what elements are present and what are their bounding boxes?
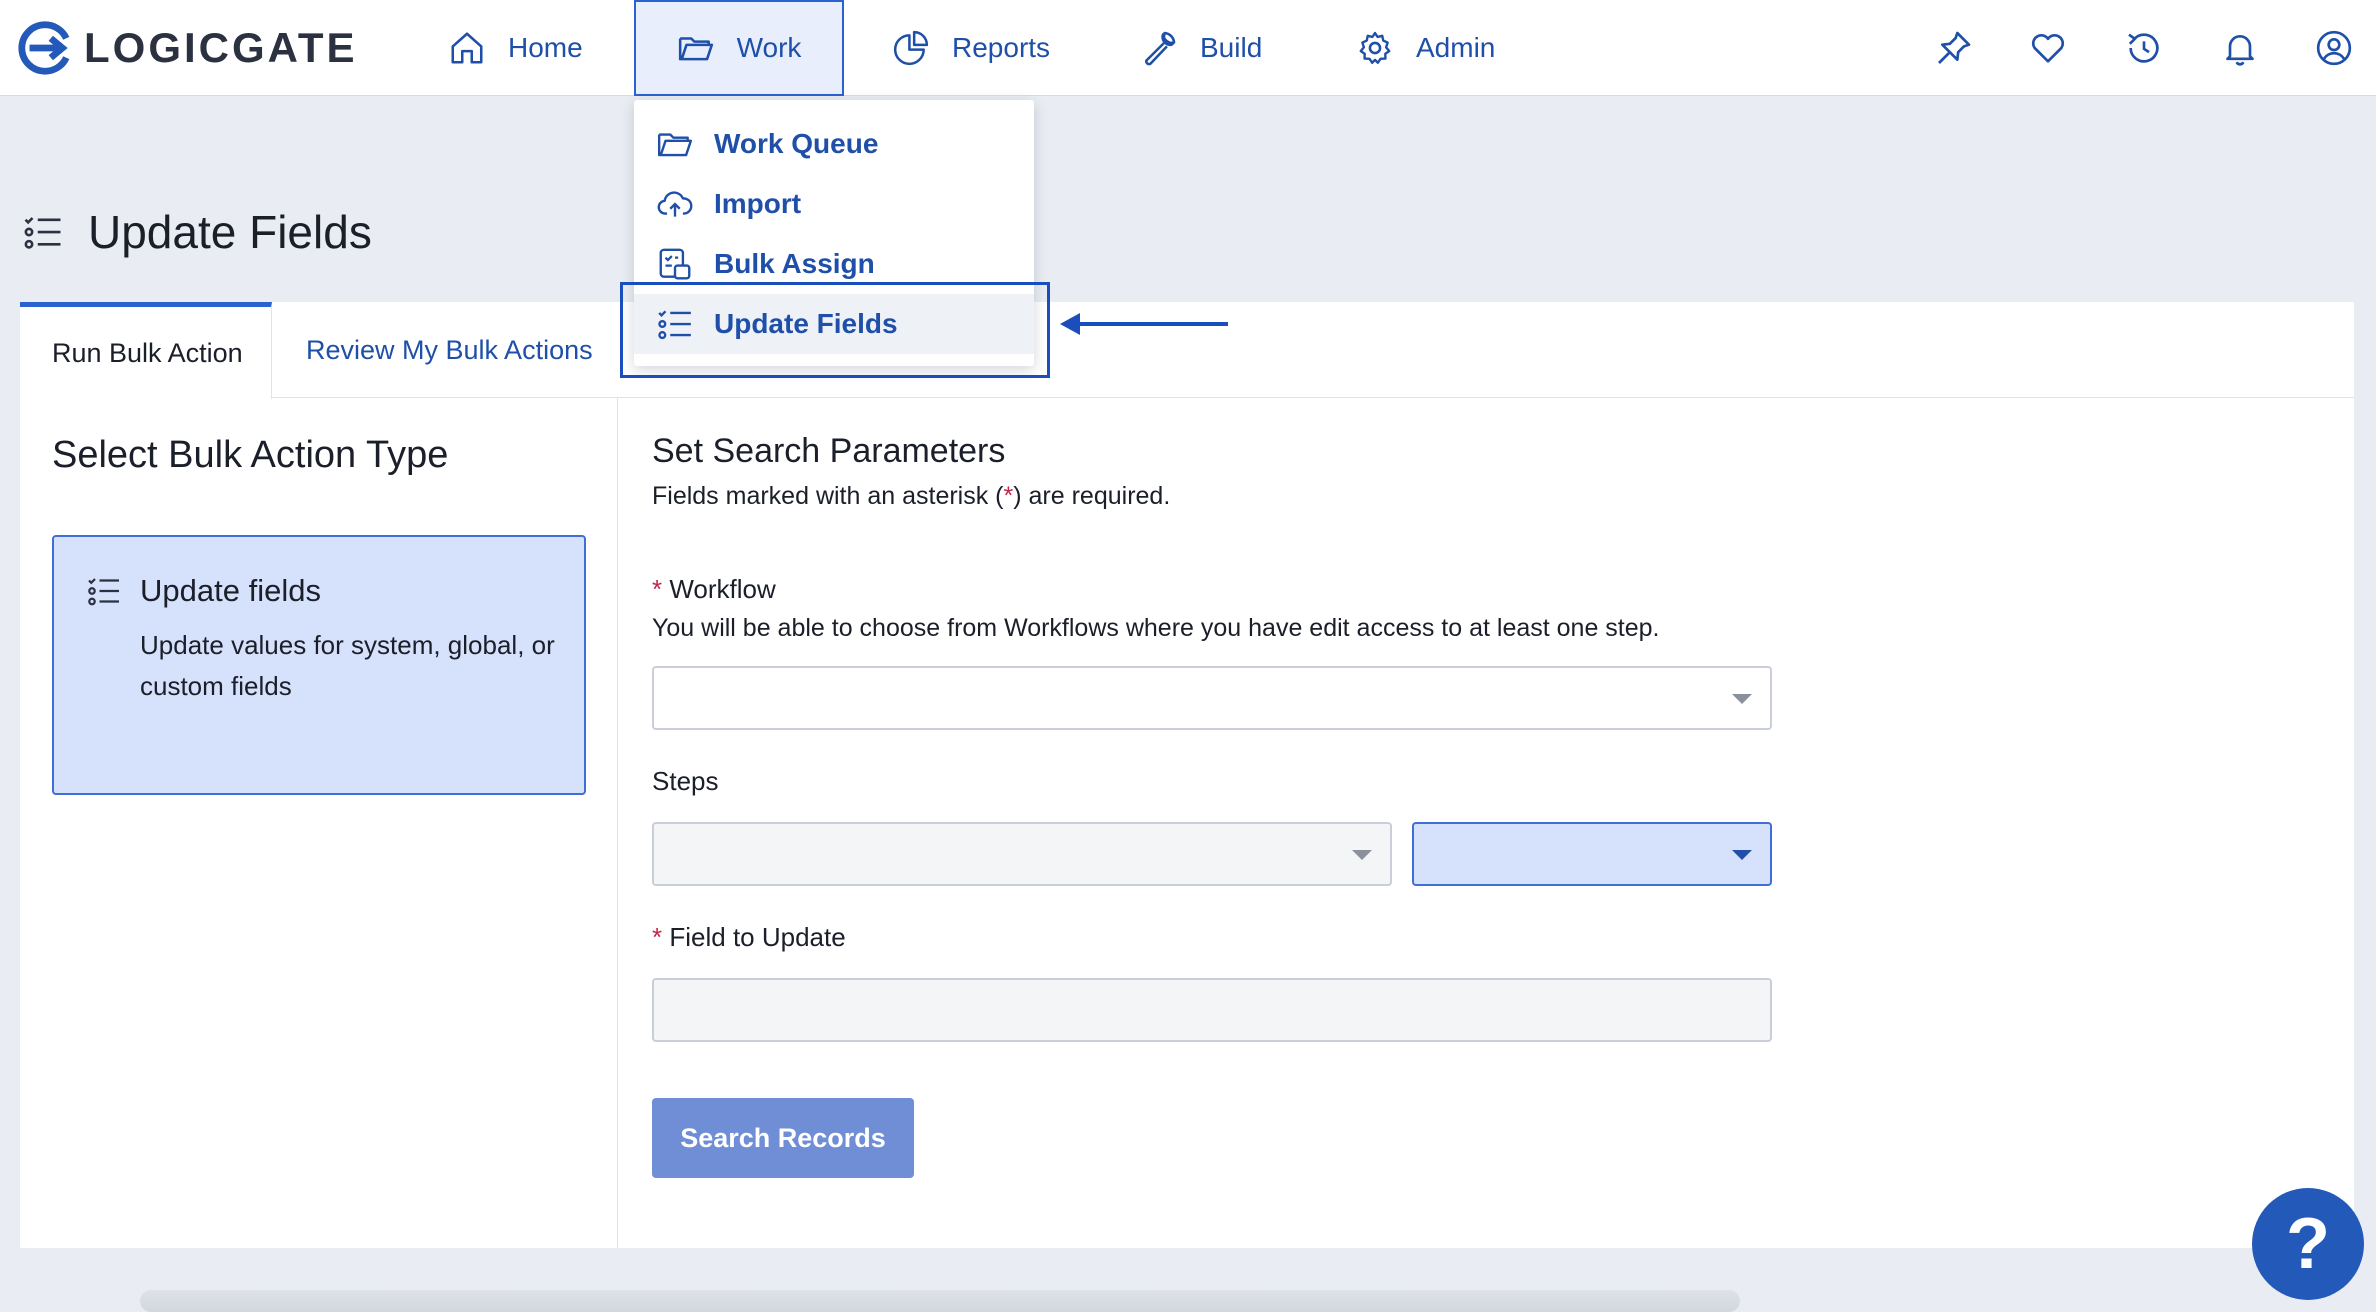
required-note: Fields marked with an asterisk (*) are r…: [652, 482, 1170, 511]
tab-run-bulk-action-label: Run Bulk Action: [52, 337, 243, 368]
home-icon: [451, 32, 483, 64]
field-to-update-input[interactable]: [652, 978, 1772, 1042]
workflow-select[interactable]: [652, 666, 1772, 730]
search-records-button[interactable]: Search Records: [652, 1098, 914, 1178]
nav-home-label: Home: [508, 32, 583, 63]
steps-select[interactable]: [652, 822, 1392, 886]
tab-run-bulk-action[interactable]: Run Bulk Action: [20, 302, 272, 399]
chevron-down-icon: [1732, 850, 1752, 860]
field-to-update-label-text: Field to Update: [669, 922, 846, 952]
user-icon[interactable]: [2314, 28, 2354, 68]
menu-item-work-queue-label: Work Queue: [714, 128, 879, 159]
required-asterisk: *: [1003, 482, 1014, 510]
question-mark-icon: ?: [2286, 1204, 2330, 1284]
heart-icon[interactable]: [2028, 28, 2068, 68]
chevron-down-icon: [1732, 694, 1752, 704]
menu-item-import-label: Import: [714, 188, 802, 219]
history-icon[interactable]: [2124, 28, 2164, 68]
page-header: Update Fields: [22, 205, 372, 259]
field-required-mark: *: [652, 922, 663, 952]
update-fields-option[interactable]: Update fields Update values for system, …: [52, 535, 586, 795]
workflow-help: You will be able to choose from Workflow…: [652, 614, 1660, 642]
top-navigation: LOGICGATE Home Work Reports Build Admin: [0, 0, 2376, 96]
folder-icon: [657, 133, 693, 157]
checklist-icon: [24, 217, 61, 249]
bulk-assign-icon: [659, 248, 691, 280]
workflow-required-mark: *: [652, 574, 663, 604]
tab-review-my-bulk-actions[interactable]: Review My Bulk Actions: [306, 302, 593, 398]
menu-item-import[interactable]: Import: [634, 174, 1034, 234]
nav-reports[interactable]: Reports: [892, 0, 1050, 96]
logicgate-logo[interactable]: LOGICGATE: [16, 20, 358, 76]
steps-filter-select[interactable]: [1412, 822, 1772, 886]
checklist-icon: [88, 578, 119, 606]
bottom-shadow: [140, 1290, 1740, 1312]
menu-item-work-queue[interactable]: Work Queue: [634, 114, 1034, 174]
update-fields-option-desc: Update values for system, global, or cus…: [140, 630, 555, 701]
wrench-icon: [1145, 31, 1176, 66]
bulk-action-type-heading: Select Bulk Action Type: [52, 434, 449, 476]
gear-icon: [1359, 31, 1391, 64]
menu-item-bulk-assign-label: Bulk Assign: [714, 248, 875, 279]
bell-icon[interactable]: [2220, 28, 2260, 68]
nav-build-label: Build: [1200, 32, 1263, 63]
workflow-label-text: Workflow: [669, 574, 776, 604]
bulk-action-type-panel: Select Bulk Action Type Update fields Up…: [20, 398, 618, 1248]
nav-work-label: Work: [736, 32, 802, 63]
nav-admin[interactable]: Admin: [1356, 0, 1495, 96]
help-button[interactable]: ?: [2252, 1188, 2364, 1300]
nav-reports-label: Reports: [952, 32, 1051, 63]
annotation-arrow-icon: [1060, 313, 1228, 335]
search-parameters-panel: Set Search Parameters Fields marked with…: [652, 398, 2332, 1248]
chevron-down-icon: [1352, 850, 1372, 860]
tab-review-label: Review My Bulk Actions: [306, 334, 593, 365]
search-parameters-title: Set Search Parameters: [652, 432, 1006, 470]
pie-chart-icon: [893, 30, 929, 66]
pin-icon[interactable]: [1934, 28, 1974, 68]
page-title: Update Fields: [88, 206, 372, 258]
required-note-pre: Fields marked with an asterisk (: [652, 482, 1004, 510]
folder-icon: [678, 37, 713, 61]
field-to-update-label: * Field to Update: [652, 922, 846, 953]
update-fields-option-title: Update fields: [140, 573, 321, 608]
nav-work[interactable]: Work: [634, 0, 844, 96]
nav-admin-label: Admin: [1416, 32, 1496, 63]
nav-home[interactable]: Home: [448, 0, 583, 96]
annotation-highlight-box: [620, 282, 1050, 378]
bulk-action-card: Run Bulk Action Review My Bulk Actions S…: [20, 302, 2354, 1248]
cloud-upload-icon: [657, 191, 693, 217]
required-note-post: ) are required.: [1013, 482, 1171, 510]
logo-icon: [18, 21, 70, 75]
brand-name: LOGICGATE: [84, 24, 358, 71]
steps-label: Steps: [652, 766, 719, 796]
nav-build[interactable]: Build: [1140, 0, 1262, 96]
workflow-label: * Workflow: [652, 574, 776, 605]
